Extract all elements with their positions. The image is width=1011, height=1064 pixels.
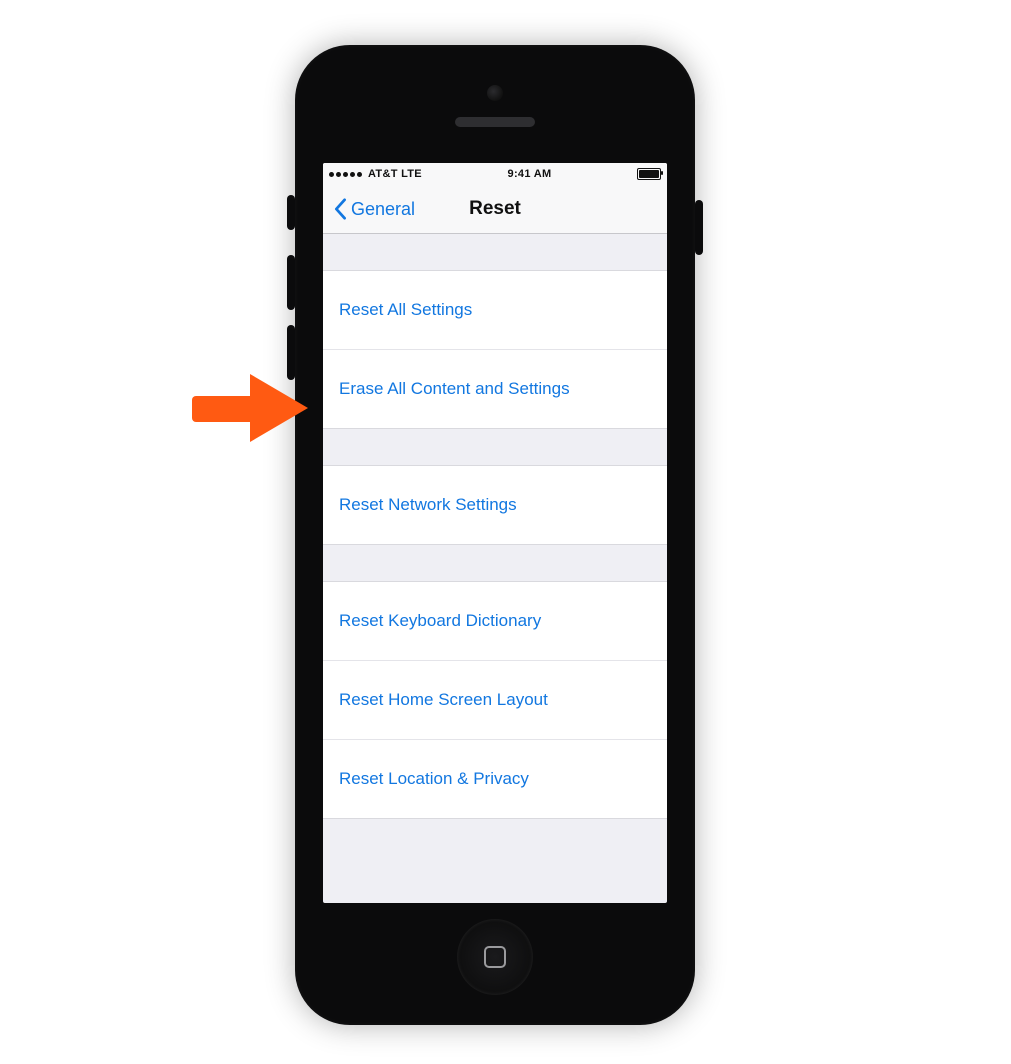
front-camera	[487, 85, 503, 101]
screen: AT&T LTE 9:41 AM General Reset Reset All…	[323, 163, 667, 903]
row-label: Reset Keyboard Dictionary	[339, 611, 541, 631]
row-label: Reset Network Settings	[339, 495, 517, 515]
phone-frame: AT&T LTE 9:41 AM General Reset Reset All…	[295, 45, 695, 1025]
battery-icon	[637, 168, 661, 180]
power-button[interactable]	[695, 200, 703, 255]
nav-bar: General Reset	[323, 185, 667, 234]
annotation-arrow-icon	[190, 370, 310, 446]
volume-up-button[interactable]	[287, 255, 295, 310]
reset-group-1: Reset All Settings Erase All Content and…	[323, 270, 667, 429]
home-icon	[484, 946, 506, 968]
reset-home-screen-layout[interactable]: Reset Home Screen Layout	[323, 660, 667, 739]
row-label: Reset Location & Privacy	[339, 769, 529, 789]
reset-network-settings[interactable]: Reset Network Settings	[323, 466, 667, 544]
reset-group-3: Reset Keyboard Dictionary Reset Home Scr…	[323, 581, 667, 819]
reset-group-2: Reset Network Settings	[323, 465, 667, 545]
signal-strength-icon	[329, 172, 362, 177]
reset-location-and-privacy[interactable]: Reset Location & Privacy	[323, 739, 667, 818]
mute-switch[interactable]	[287, 195, 295, 230]
carrier-label: AT&T LTE	[368, 168, 422, 180]
status-bar: AT&T LTE 9:41 AM	[323, 163, 667, 185]
back-button[interactable]: General	[333, 198, 415, 220]
erase-all-content-and-settings[interactable]: Erase All Content and Settings	[323, 349, 667, 428]
home-button[interactable]	[457, 919, 533, 995]
reset-keyboard-dictionary[interactable]: Reset Keyboard Dictionary	[323, 582, 667, 660]
volume-down-button[interactable]	[287, 325, 295, 380]
earpiece-speaker	[455, 117, 535, 127]
settings-list: Reset All Settings Erase All Content and…	[323, 234, 667, 819]
back-label: General	[351, 199, 415, 220]
chevron-left-icon	[333, 198, 347, 220]
row-label: Reset Home Screen Layout	[339, 690, 548, 710]
clock-label: 9:41 AM	[422, 168, 637, 180]
reset-all-settings[interactable]: Reset All Settings	[323, 271, 667, 349]
row-label: Reset All Settings	[339, 300, 472, 320]
row-label: Erase All Content and Settings	[339, 379, 570, 399]
